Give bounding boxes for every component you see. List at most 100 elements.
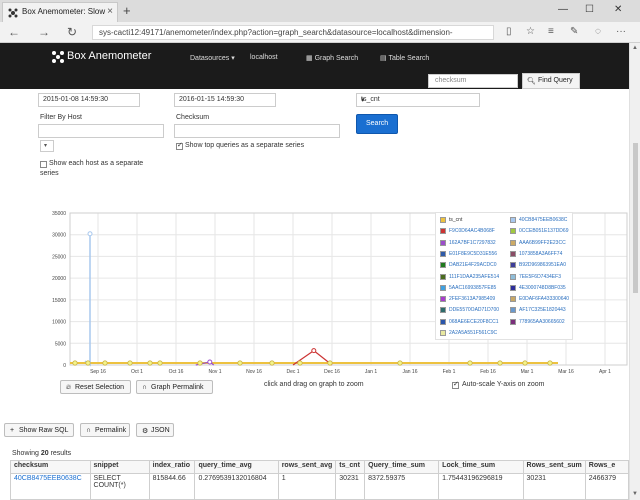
col-rows-sent-sum[interactable]: Rows_sent_sum	[522, 460, 586, 474]
legend-label: B92D969863951EA0	[519, 262, 566, 269]
minimize-icon[interactable]: —	[558, 4, 568, 15]
legend-label: 4E3000748D8BF035	[519, 284, 566, 291]
forward-arrow-icon[interactable]: →	[38, 25, 50, 39]
reset-selection-button[interactable]: 🔥︎ Reset Selection	[60, 380, 131, 394]
drag-zoom-hint: click and drag on graph to zoom	[264, 381, 364, 388]
hub-icon[interactable]: ≡	[548, 26, 554, 37]
legend-swatch	[440, 250, 446, 257]
legend-swatch	[510, 307, 516, 314]
legend-label: 111F1DAA235AFE514	[449, 273, 500, 280]
end-date-value: 2016-01-15 14:59:30	[179, 96, 244, 103]
reading-view-icon[interactable]: ▯	[506, 26, 512, 37]
nav-table-search[interactable]: ▤ Table Search	[380, 54, 429, 62]
autoscale-checkbox[interactable]	[452, 380, 459, 389]
start-date-input[interactable]: 2015-01-08 14:59:30	[38, 93, 140, 107]
refresh-icon[interactable]: ↻	[67, 25, 77, 39]
maximize-icon[interactable]: ☐	[585, 4, 594, 15]
vertical-scrollbar[interactable]: ▲ ▼	[629, 43, 640, 500]
nav-datasources[interactable]: Datasources ▾	[190, 54, 235, 62]
share-icon[interactable]: ◌	[595, 26, 601, 37]
y-tick-label: 20000	[52, 276, 66, 282]
scroll-up-icon[interactable]: ▲	[632, 45, 638, 51]
checksum-link[interactable]: 40CB8475EEB0638C	[14, 475, 82, 482]
x-tick-label: Feb 16	[480, 369, 496, 375]
nav-graph-search[interactable]: ▦ Graph Search	[306, 54, 358, 62]
show-each-host-checkbox[interactable]	[40, 161, 47, 168]
checksum-label: Checksum	[176, 114, 210, 121]
y-tick-label: 5000	[55, 341, 66, 347]
legend-swatch	[510, 239, 516, 246]
autoscale-label: Auto-scale Y-axis on zoom	[462, 381, 545, 388]
cell-checksum[interactable]: 40CB8475EEB0638C	[10, 473, 91, 500]
checksum-search-input[interactable]: checksum	[428, 74, 518, 88]
col-checksum[interactable]: checksum	[10, 460, 91, 474]
data-point-spike	[87, 231, 93, 237]
json-label: JSON	[151, 427, 170, 434]
col-snippet[interactable]: snippet	[89, 460, 150, 474]
close-tab-icon[interactable]: ×	[107, 6, 113, 17]
magnet-icon: ∩	[142, 384, 148, 391]
x-tick-label: Feb 1	[443, 369, 456, 375]
legend-swatch	[510, 273, 516, 280]
url-text: sys-cacti12:49171/anemometer/index.php?a…	[99, 28, 453, 37]
col-query-time-avg[interactable]: query_time_avg	[194, 460, 279, 474]
find-query-label: Find Query	[538, 77, 573, 84]
scroll-down-icon[interactable]: ▼	[632, 491, 638, 497]
cell-rows-sent-avg: 1	[277, 473, 337, 500]
nav-localhost[interactable]: localhost	[250, 54, 278, 61]
legend-swatch	[440, 273, 446, 280]
data-point-baseline	[297, 360, 303, 366]
legend-label: 2A2A5A551F561C9C	[449, 330, 498, 336]
legend-label: E0DAF6FA433300640	[519, 296, 570, 303]
col-query-time-sum[interactable]: Query_time_sum	[364, 460, 440, 474]
filter-host-input[interactable]	[38, 124, 164, 138]
col-rows-examined[interactable]: Rows_e	[584, 460, 630, 474]
close-window-icon[interactable]: ✕	[614, 4, 622, 15]
reset-selection-label: Reset Selection	[75, 384, 125, 391]
legend-label: 162A7BF1C7297832	[449, 239, 496, 246]
data-point-baseline	[237, 360, 243, 366]
notes-icon[interactable]: ✎	[570, 26, 578, 37]
browser-tab[interactable]: Box Anemometer: Slow ×	[2, 2, 118, 22]
data-point-baseline	[197, 360, 203, 366]
col-rows-sent-avg[interactable]: rows_sent_avg	[277, 460, 337, 474]
back-arrow-icon[interactable]: ←	[8, 25, 20, 39]
data-point-baseline	[85, 360, 91, 366]
show-raw-sql-button[interactable]: + Show Raw SQL	[4, 423, 74, 437]
chevron-down-icon: ▾	[44, 143, 48, 149]
search-button[interactable]: Search	[356, 114, 398, 134]
end-date-input[interactable]: 2016-01-15 14:59:30	[174, 93, 276, 107]
table-row: 40CB8475EEB0638C SELECT COUNT(*) 815844.…	[10, 473, 630, 500]
more-icon[interactable]: ···	[616, 26, 626, 37]
data-point-baseline	[157, 360, 163, 366]
checksum-input[interactable]	[174, 124, 340, 138]
graph-permalink-button[interactable]: ∩ Graph Permalink	[136, 380, 213, 394]
legend-label: 0CCEB051E137DD69	[519, 228, 569, 235]
find-query-button[interactable]: 🔍︎ Find Query	[522, 73, 580, 89]
new-tab-icon[interactable]: +	[123, 3, 131, 18]
legend-label: ts_cnt	[449, 217, 463, 223]
scrollbar-thumb[interactable]	[633, 143, 638, 293]
host-dropdown[interactable]: ▾	[40, 140, 54, 152]
nav-datasources-label: Datasources	[190, 55, 230, 62]
gear-icon: ⚙	[142, 428, 149, 435]
legend-swatch	[510, 217, 516, 223]
data-point-baseline	[522, 360, 528, 366]
col-index-ratio[interactable]: index_ratio	[148, 460, 196, 474]
favorite-star-icon[interactable]: ☆	[526, 26, 535, 37]
show-top-queries-label: Show top queries as a separate series	[185, 142, 305, 149]
anemometer-favicon-icon	[8, 8, 18, 18]
x-tick-label: Oct 16	[169, 369, 184, 375]
url-field[interactable]: sys-cacti12:49171/anemometer/index.php?a…	[92, 25, 494, 40]
showing-suffix: results	[50, 450, 72, 457]
metric-select[interactable]: ts_cnt ▾	[356, 93, 480, 107]
show-top-queries-checkbox[interactable]	[176, 141, 183, 150]
legend-label: F9C0D64AC4B068F	[449, 228, 495, 235]
col-lock-time-sum[interactable]: Lock_time_sum	[438, 460, 524, 474]
permalink-button[interactable]: ∩ Permalink	[80, 423, 130, 437]
legend-swatch	[440, 307, 446, 314]
col-ts-cnt[interactable]: ts_cnt	[335, 460, 366, 474]
json-button[interactable]: ⚙ JSON	[136, 423, 174, 437]
data-point-baseline	[497, 360, 503, 366]
legend-swatch	[510, 296, 516, 303]
